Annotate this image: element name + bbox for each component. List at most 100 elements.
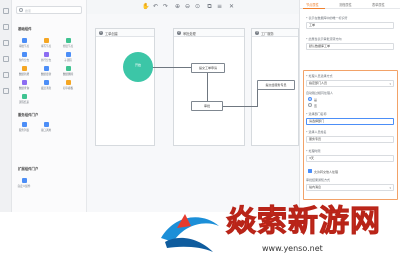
component-parallel[interactable]: 并行分支 [38,52,54,62]
section-title-extension: 扩展组件门户 [18,167,39,171]
api-call-icon [43,122,49,127]
subprocess-icon [65,52,71,57]
section-title-basic: 基础组件 [18,27,32,31]
lane-number: 1 [99,30,103,35]
delete-icon[interactable]: ✕ [228,3,235,10]
fit-icon[interactable]: ⊙ [194,3,201,10]
chevron-down-icon: ▾ [389,186,391,190]
radio-no-label: 否 [314,103,318,108]
copy-icon[interactable]: ⧉ [206,3,213,10]
select-value: 指定部门人员 [309,81,328,85]
component-data-update[interactable]: 数据更新 [38,66,54,76]
search-icon [19,8,23,12]
task-node-approve[interactable]: 审批 [191,101,223,111]
service-list-icon [21,122,27,127]
connector[interactable] [207,73,208,101]
field-label: * 此属性表示审批流转方向 [306,37,342,41]
transfer-checkbox[interactable] [308,169,312,173]
component-end[interactable]: 流程结束 [16,94,32,104]
component-cc[interactable]: 抄送节点 [60,38,76,48]
data-icon[interactable] [3,40,9,46]
field-label: 审批结果通知方式 [306,178,331,182]
component-subprocess[interactable]: 子流程 [60,52,76,62]
settings-icon[interactable] [3,72,9,78]
field-label: * 选择人员姓名 [306,130,327,134]
property-panel: 节点属性 流程属性 表单属性 * 表示在数据库中的唯一标识符 工单 * 此属性表… [299,0,400,212]
time-limit-field[interactable]: 3天 [306,155,394,162]
component-approval[interactable]: 审批节点 [16,38,32,48]
swimlane-2[interactable]: 2 审批处理 [173,28,245,146]
swimlane-header: 1 工单创建 [96,29,154,37]
active-tab-indicator [303,7,325,9]
component-fill[interactable]: 填写节点 [38,38,54,48]
swimlane-header: 3 工厂服务 [252,29,298,37]
tab-node-props[interactable]: 节点属性 [306,2,319,7]
component-api-call[interactable]: 接口调用 [38,122,54,132]
component-panel: 搜索 基础组件 审批节点 填写节点 抄送节点 条件分支 并行分支 子流程 数据新… [12,0,87,212]
task-node-submit[interactable]: 提交工单申请 [191,63,225,73]
component-search-input[interactable]: 搜索 [16,6,82,14]
tab-flow-props[interactable]: 流程属性 [339,2,352,7]
radio-no[interactable] [308,103,312,107]
start-node-label: 开始 [134,63,141,67]
form-icon[interactable] [3,56,9,62]
component-condition[interactable]: 条件分支 [16,52,32,62]
task-node-service[interactable]: 提交给服务专员 [257,80,295,90]
data-update-icon [43,66,49,71]
radio-yes[interactable] [308,97,312,101]
radio-group-title: 自动跳过相同处理人 [306,91,334,95]
print-icon [65,80,71,85]
flow-canvas[interactable]: 1 工单创建 2 审批处理 3 工厂服务 开始 提交工单申请 审批 提交给服务专… [87,14,299,212]
undo-icon[interactable]: ↶ [152,3,159,10]
id-field[interactable]: 工单 [306,22,394,29]
condition-icon [21,52,27,57]
component-data-query[interactable]: 数据查询 [16,80,32,90]
component-data-delete[interactable]: 数据删除 [60,66,76,76]
person-field[interactable]: 服务专员 [306,136,394,143]
connector[interactable] [257,87,258,107]
parallel-icon [43,52,49,57]
zoom-in-icon[interactable]: ⊕ [174,3,181,10]
canvas-toolbar: ✋ ↶ ↷ ⊕ ⊖ ⊙ ⧉ ≡ ✕ [140,2,250,12]
fill-icon [43,38,49,43]
swimlane-1[interactable]: 1 工单创建 [95,28,155,146]
lane-number: 3 [255,30,259,35]
notify-select[interactable]: 站内消息 ▾ [306,184,394,191]
department-field[interactable]: 请选择部门 [306,118,394,125]
message-icon [43,80,49,85]
component-data-add[interactable]: 数据新增 [16,66,32,76]
assignee-mode-select[interactable]: 指定部门人员 ▾ [306,80,394,87]
direction-field[interactable]: 默认数据库工单 [306,43,394,50]
custom-icon [21,178,27,183]
field-label: * 表示在数据库中的唯一标识符 [306,16,348,20]
data-add-icon [21,66,27,71]
data-query-icon [21,80,27,85]
align-icon[interactable]: ≡ [216,3,223,10]
data-delete-icon [65,66,71,71]
chevron-down-icon: ▾ [389,82,391,86]
lane-title: 工厂服务 [261,32,274,36]
lane-number: 2 [177,30,181,35]
field-label: * 处理人员选择方式 [306,74,333,78]
watermark-text: 焱索新游网 [226,204,381,240]
radio-yes-label: 是 [314,97,318,102]
component-custom[interactable]: 自定义组件 [16,178,32,188]
swimlane-header: 2 审批处理 [174,29,244,37]
component-print[interactable]: 打印模板 [60,80,76,90]
redo-icon[interactable]: ↷ [162,3,169,10]
component-service-list[interactable]: 服务列表 [16,122,32,132]
component-message[interactable]: 发送消息 [38,80,54,90]
components-icon[interactable] [3,24,9,30]
section-title-service: 服务组件门户 [18,113,39,117]
menu-icon[interactable] [3,8,9,14]
tab-form-props[interactable]: 表单属性 [372,2,385,7]
zoom-out-icon[interactable]: ⊖ [184,3,191,10]
end-icon [21,94,27,99]
approval-icon [21,38,27,43]
field-label: * 选择部门名称 [306,112,327,116]
start-node[interactable]: 开始 [123,52,153,82]
hand-icon[interactable]: ✋ [142,3,149,10]
connector[interactable] [223,106,257,107]
preview-icon[interactable] [3,88,9,94]
workflow-editor: 搜索 基础组件 审批节点 填写节点 抄送节点 条件分支 并行分支 子流程 数据新… [0,0,400,212]
